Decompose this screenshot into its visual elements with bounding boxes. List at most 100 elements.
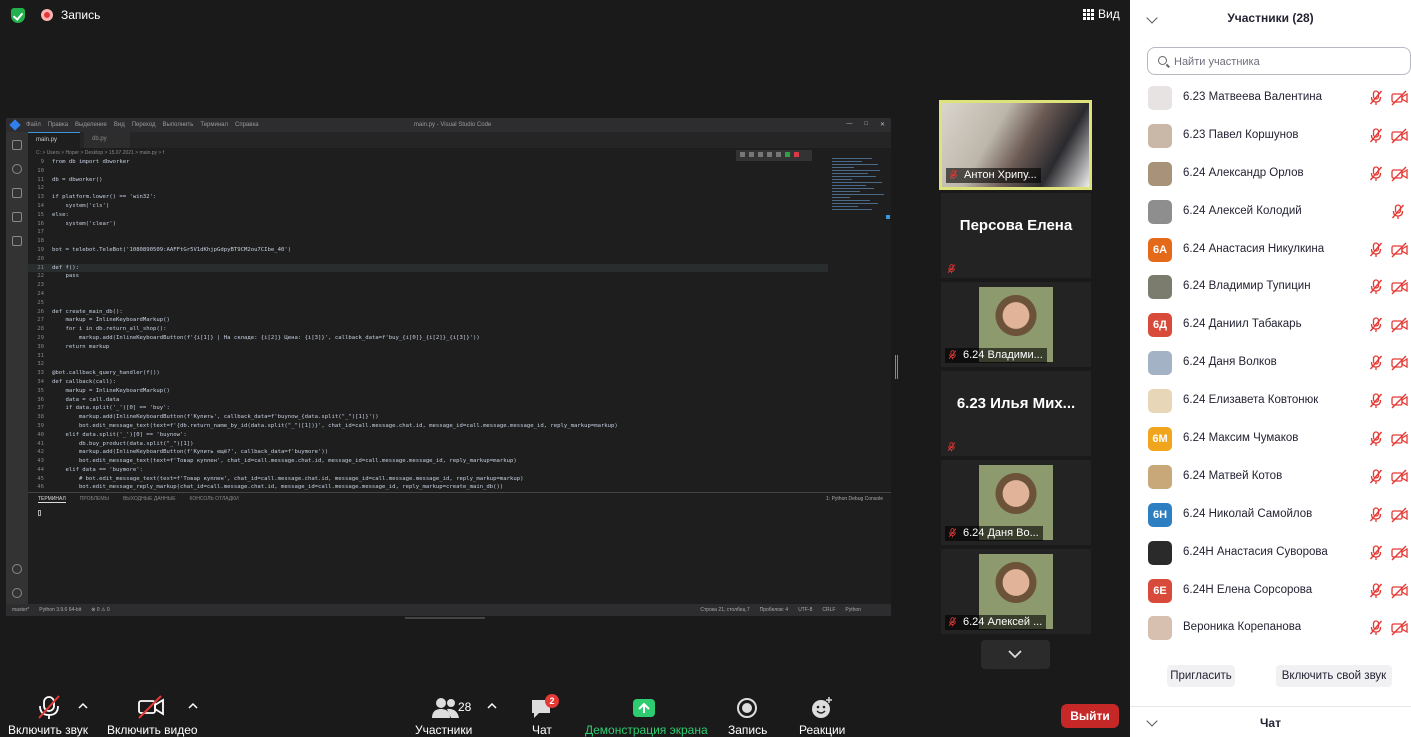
participant-search-box[interactable]	[1147, 47, 1411, 75]
video-tile[interactable]: Антон Хрипу...	[939, 100, 1092, 190]
line-number: 38	[37, 414, 44, 421]
participant-row[interactable]: Вероника Корепанова	[1130, 610, 1411, 648]
video-tile[interactable]: 6.24 Даня Во...	[941, 460, 1091, 545]
chat-unread-badge: 2	[545, 694, 559, 708]
video-muted-icon[interactable]	[1391, 393, 1408, 409]
line-number: 9	[40, 159, 44, 165]
unmute-self-button[interactable]: Включить свой звук	[1276, 665, 1392, 687]
participant-row[interactable]: 6А 6.24 Анастасия Никулкина	[1130, 232, 1411, 270]
video-tile[interactable]: 6.24 Владими...	[941, 282, 1091, 367]
line-number: 42	[37, 449, 44, 456]
code-text: db.buy_product(data.split("_")[1])	[52, 440, 194, 447]
avatar: 6Н	[1148, 502, 1172, 527]
video-muted-icon[interactable]	[1391, 242, 1408, 258]
participant-row[interactable]: 6.24 Алексей Колодий	[1130, 194, 1411, 232]
mic-muted-icon	[947, 264, 956, 274]
participant-row[interactable]: 6.24Н Анастасия Суворова	[1130, 535, 1411, 573]
video-muted-icon[interactable]	[1391, 317, 1408, 333]
line-number: 15	[37, 211, 44, 218]
mic-muted-icon[interactable]	[1370, 469, 1382, 485]
video-muted-icon[interactable]	[1391, 355, 1408, 371]
mic-muted-icon[interactable]	[1370, 279, 1382, 295]
code-line: 20	[28, 255, 828, 264]
account-icon	[12, 564, 22, 574]
video-muted-icon[interactable]	[1391, 469, 1408, 485]
security-shield-icon[interactable]	[11, 8, 25, 23]
video-options-caret-icon[interactable]	[188, 701, 198, 711]
participant-row[interactable]: 6.24 Александр Орлов	[1130, 156, 1411, 194]
participant-row[interactable]: 6.23 Павел Коршунов	[1130, 118, 1411, 156]
mic-muted-icon[interactable]	[1392, 204, 1404, 220]
tile-display-name: 6.23 Илья Мих...	[956, 395, 1076, 412]
mic-muted-icon[interactable]	[1370, 393, 1382, 409]
scroll-down-button[interactable]	[981, 640, 1050, 669]
status-item: Python 3.9.6 64-bit	[39, 607, 82, 613]
extensions-icon	[12, 236, 22, 246]
video-tile[interactable]: Персова Елена	[941, 193, 1091, 278]
video-tile[interactable]: 6.23 Илья Мих...	[941, 371, 1091, 456]
video-muted-icon[interactable]	[1391, 431, 1408, 447]
code-line: 36 data = call.data	[28, 396, 828, 405]
code-line: 18	[28, 237, 828, 246]
video-muted-icon[interactable]	[1391, 90, 1408, 106]
status-item: Строка 21, столбец 7	[700, 607, 750, 613]
panel-splitter-handle[interactable]	[895, 355, 898, 379]
top-bar: Запись Вид	[0, 0, 1130, 30]
video-muted-icon[interactable]	[1391, 507, 1408, 523]
participant-search-input[interactable]	[1174, 54, 1404, 70]
participant-row[interactable]: 6Д 6.24 Даниил Табакарь	[1130, 307, 1411, 345]
mic-muted-icon[interactable]	[1370, 431, 1382, 447]
line-number: 23	[37, 282, 44, 289]
tile-name-label: Антон Хрипу...	[946, 168, 1041, 183]
video-tile[interactable]: 6.24 Алексей ...	[941, 549, 1091, 634]
participant-row[interactable]: 6М 6.24 Максим Чумаков	[1130, 421, 1411, 459]
participant-row[interactable]: 6.24 Даня Волков	[1130, 345, 1411, 383]
mic-muted-icon[interactable]	[1370, 582, 1382, 599]
vscode-title-bar: Файл Правка Выделение Вид Переход Выполнить Те…	[6, 118, 891, 132]
view-button[interactable]: Вид	[1083, 7, 1120, 21]
code-text: # bot.edit_message_text(text=f'Товар куп…	[52, 475, 524, 482]
video-muted-icon[interactable]	[1391, 128, 1408, 144]
participant-row[interactable]: 6Н 6.24 Николай Самойлов	[1130, 497, 1411, 535]
audio-options-caret-icon[interactable]	[78, 701, 88, 711]
participant-row[interactable]: 6.23 Матвеева Валентина	[1130, 80, 1411, 118]
video-muted-icon[interactable]	[1391, 583, 1408, 599]
code-line: 17	[28, 228, 828, 237]
invite-button[interactable]: Пригласить	[1167, 665, 1235, 687]
mic-muted-icon[interactable]	[1370, 355, 1382, 371]
line-number: 29	[37, 334, 44, 341]
participant-row[interactable]: 6.24 Владимир Тупицин	[1130, 269, 1411, 307]
mic-muted-icon[interactable]	[1370, 620, 1382, 636]
code-line: 25	[28, 299, 828, 308]
mic-muted-icon[interactable]	[1370, 128, 1382, 144]
video-muted-icon[interactable]	[1391, 545, 1408, 561]
code-text: else:	[52, 211, 69, 218]
zoom-meeting-window: Запись Вид Файл Правка Выделение Вид Переход…	[0, 0, 1411, 737]
mic-muted-icon[interactable]	[1370, 90, 1382, 106]
mic-muted-icon[interactable]	[1370, 507, 1382, 523]
code-line: 42 markup.add(InlineKeyboardButton(f'Куп…	[28, 448, 828, 457]
search-icon	[12, 164, 22, 174]
participant-row[interactable]: 6.24 Матвей Котов	[1130, 459, 1411, 497]
code-line: 16 system('clear')	[28, 220, 828, 229]
line-number: 32	[37, 361, 44, 368]
code-line: 12	[28, 184, 828, 193]
mic-muted-icon[interactable]	[1370, 166, 1382, 182]
mic-muted-icon[interactable]	[1370, 241, 1382, 258]
video-muted-icon[interactable]	[1391, 279, 1408, 295]
vscode-menu-item: Терминал	[200, 122, 228, 128]
code-text: for i in db.return_all_shop():	[52, 326, 167, 333]
avatar	[1148, 161, 1172, 186]
reactions-label: Реакции	[799, 723, 846, 737]
line-number: 18	[37, 238, 44, 245]
video-muted-icon[interactable]	[1391, 620, 1408, 636]
participant-row[interactable]: 6Е 6.24Н Елена Сорсорова	[1130, 573, 1411, 611]
participants-caret-icon[interactable]	[487, 701, 497, 711]
mic-muted-icon[interactable]	[1370, 545, 1382, 561]
video-muted-icon[interactable]	[1391, 166, 1408, 182]
mic-muted-icon[interactable]	[1370, 317, 1382, 333]
vscode-menu-item: Выделение	[75, 122, 107, 128]
participant-name: 6.24 Владимир Тупицин	[1183, 280, 1311, 293]
leave-meeting-button[interactable]: Выйти	[1061, 704, 1119, 728]
participant-row[interactable]: 6.24 Елизавета Ковтонюк	[1130, 383, 1411, 421]
